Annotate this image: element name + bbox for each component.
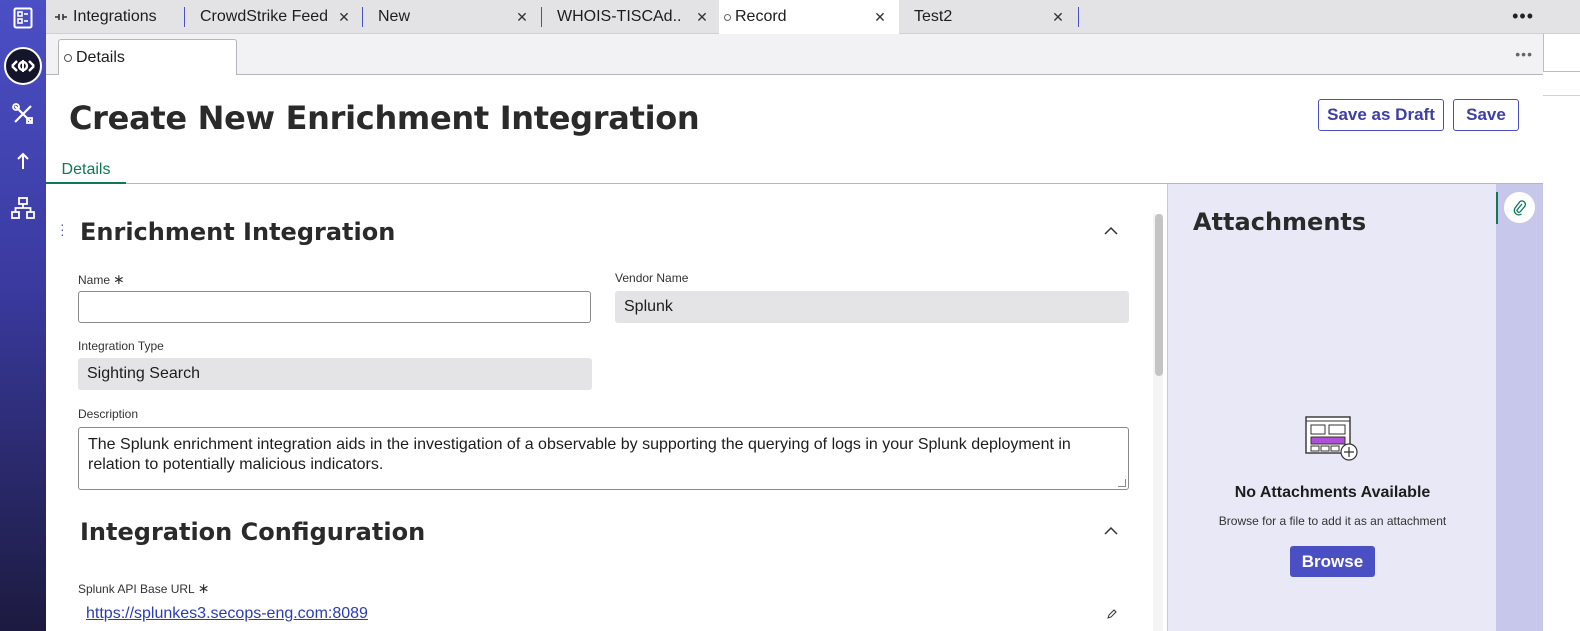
scrollbar-thumb[interactable] [1155, 214, 1163, 376]
save-as-draft-button[interactable]: Save as Draft [1318, 99, 1444, 131]
records-icon[interactable] [0, 0, 46, 36]
name-label-text: Name [78, 273, 111, 287]
form-scrollbar[interactable] [1153, 214, 1163, 631]
tab-integrations[interactable]: Integrations [54, 0, 185, 34]
empty-attachments-icon [1305, 416, 1358, 461]
integration-type-field: Sighting Search [78, 358, 592, 390]
resize-grip-icon[interactable] [1118, 479, 1126, 487]
active-marker [1496, 192, 1498, 224]
close-icon[interactable]: ✕ [515, 9, 529, 25]
name-label: Name ∗ [78, 271, 125, 288]
workflow-icon[interactable] [0, 190, 46, 226]
workspace-tab-strip: Integrations CrowdStrike Feed ✕ New ✕ WH… [46, 0, 1580, 34]
paperclip-icon[interactable] [1504, 192, 1535, 223]
tab-details[interactable]: Details [46, 157, 126, 184]
tab-separator [1078, 7, 1079, 27]
tab-record[interactable]: Record ✕ [719, 0, 899, 34]
api-url-label-text: Splunk API Base URL [78, 582, 195, 596]
close-icon[interactable]: ✕ [1051, 9, 1065, 25]
api-url-label: Splunk API Base URL ∗ [78, 580, 209, 597]
more-tabs-icon[interactable]: ••• [1512, 6, 1534, 27]
close-icon[interactable]: ✕ [337, 9, 351, 25]
vendor-name-label: Vendor Name [615, 271, 689, 285]
vendor-name-field: Splunk [615, 291, 1129, 323]
no-attachments-text: No Attachments Available [1234, 484, 1431, 501]
page-title: Create New Enrichment Integration [69, 99, 700, 137]
drag-handle-icon[interactable]: · · · [60, 217, 65, 241]
edge-panel [1543, 95, 1580, 631]
tab-label: Test2 [914, 8, 953, 25]
edit-pencil-icon[interactable] [1106, 608, 1118, 620]
app-logo-icon[interactable] [4, 47, 42, 85]
edge-input-stub [1543, 34, 1580, 72]
attachments-title: Attachments [1193, 208, 1367, 236]
close-icon[interactable]: ✕ [695, 9, 709, 25]
more-options-icon[interactable]: ••• [1515, 46, 1533, 62]
record-subtab-bar: Details ••• [46, 34, 1543, 76]
api-url-link[interactable]: https://splunkes3.secops-eng.com:8089 [86, 605, 368, 623]
required-icon: ∗ [197, 580, 210, 596]
chevron-up-icon[interactable] [1104, 524, 1118, 538]
integration-icon [54, 12, 68, 22]
chevron-up-icon[interactable] [1104, 224, 1118, 238]
required-icon: ∗ [113, 271, 125, 287]
attachments-panel: Attachments No Attachments Available Bro… [1167, 184, 1496, 631]
description-label: Description [78, 407, 139, 421]
tab-whois[interactable]: WHOIS-TISCAd... ✕ [557, 0, 719, 34]
section-title-configuration: Integration Configuration [80, 518, 426, 546]
app-window: Integrations CrowdStrike Feed ✕ New ✕ WH… [0, 0, 1580, 631]
tab-test2[interactable]: Test2 ✕ [914, 0, 1080, 34]
record-form: · · · Enrichment Integration Name ∗ Vendor … [46, 184, 1167, 631]
tab-label: New [378, 8, 411, 25]
browse-button[interactable]: Browse [1290, 546, 1375, 577]
tools-icon[interactable] [0, 96, 46, 132]
left-nav-rail [0, 0, 46, 631]
description-textarea[interactable]: The Splunk enrichment integration aids i… [78, 427, 1129, 490]
attachments-rail [1496, 184, 1543, 631]
name-input[interactable] [78, 291, 591, 323]
upload-icon[interactable] [0, 143, 46, 179]
status-circle-icon [64, 54, 72, 62]
description-text: The Splunk enrichment integration aids i… [88, 436, 1071, 473]
save-button[interactable]: Save [1453, 99, 1519, 131]
attachments-hint: Browse for a file to add it as an attach… [1218, 514, 1447, 528]
tab-label: CrowdStrike Feed [200, 8, 329, 25]
subtab-label: Details [76, 49, 125, 66]
tab-label: Record [735, 8, 787, 25]
tab-separator [362, 7, 363, 27]
tab-separator [184, 7, 185, 27]
tab-label: WHOIS-TISCAd... [557, 8, 683, 25]
loading-icon [724, 13, 731, 21]
tab-separator [541, 7, 542, 27]
close-icon[interactable]: ✕ [873, 9, 887, 25]
subtab-details[interactable]: Details [58, 39, 237, 76]
page-header: Create New Enrichment Integration Save a… [46, 75, 1543, 184]
integration-type-label: Integration Type [78, 339, 164, 353]
tab-new[interactable]: New ✕ [378, 0, 542, 34]
tab-crowdstrike-feed[interactable]: CrowdStrike Feed ✕ [200, 0, 363, 34]
section-title-enrichment: Enrichment Integration [80, 218, 396, 246]
tab-label: Integrations [73, 8, 157, 25]
